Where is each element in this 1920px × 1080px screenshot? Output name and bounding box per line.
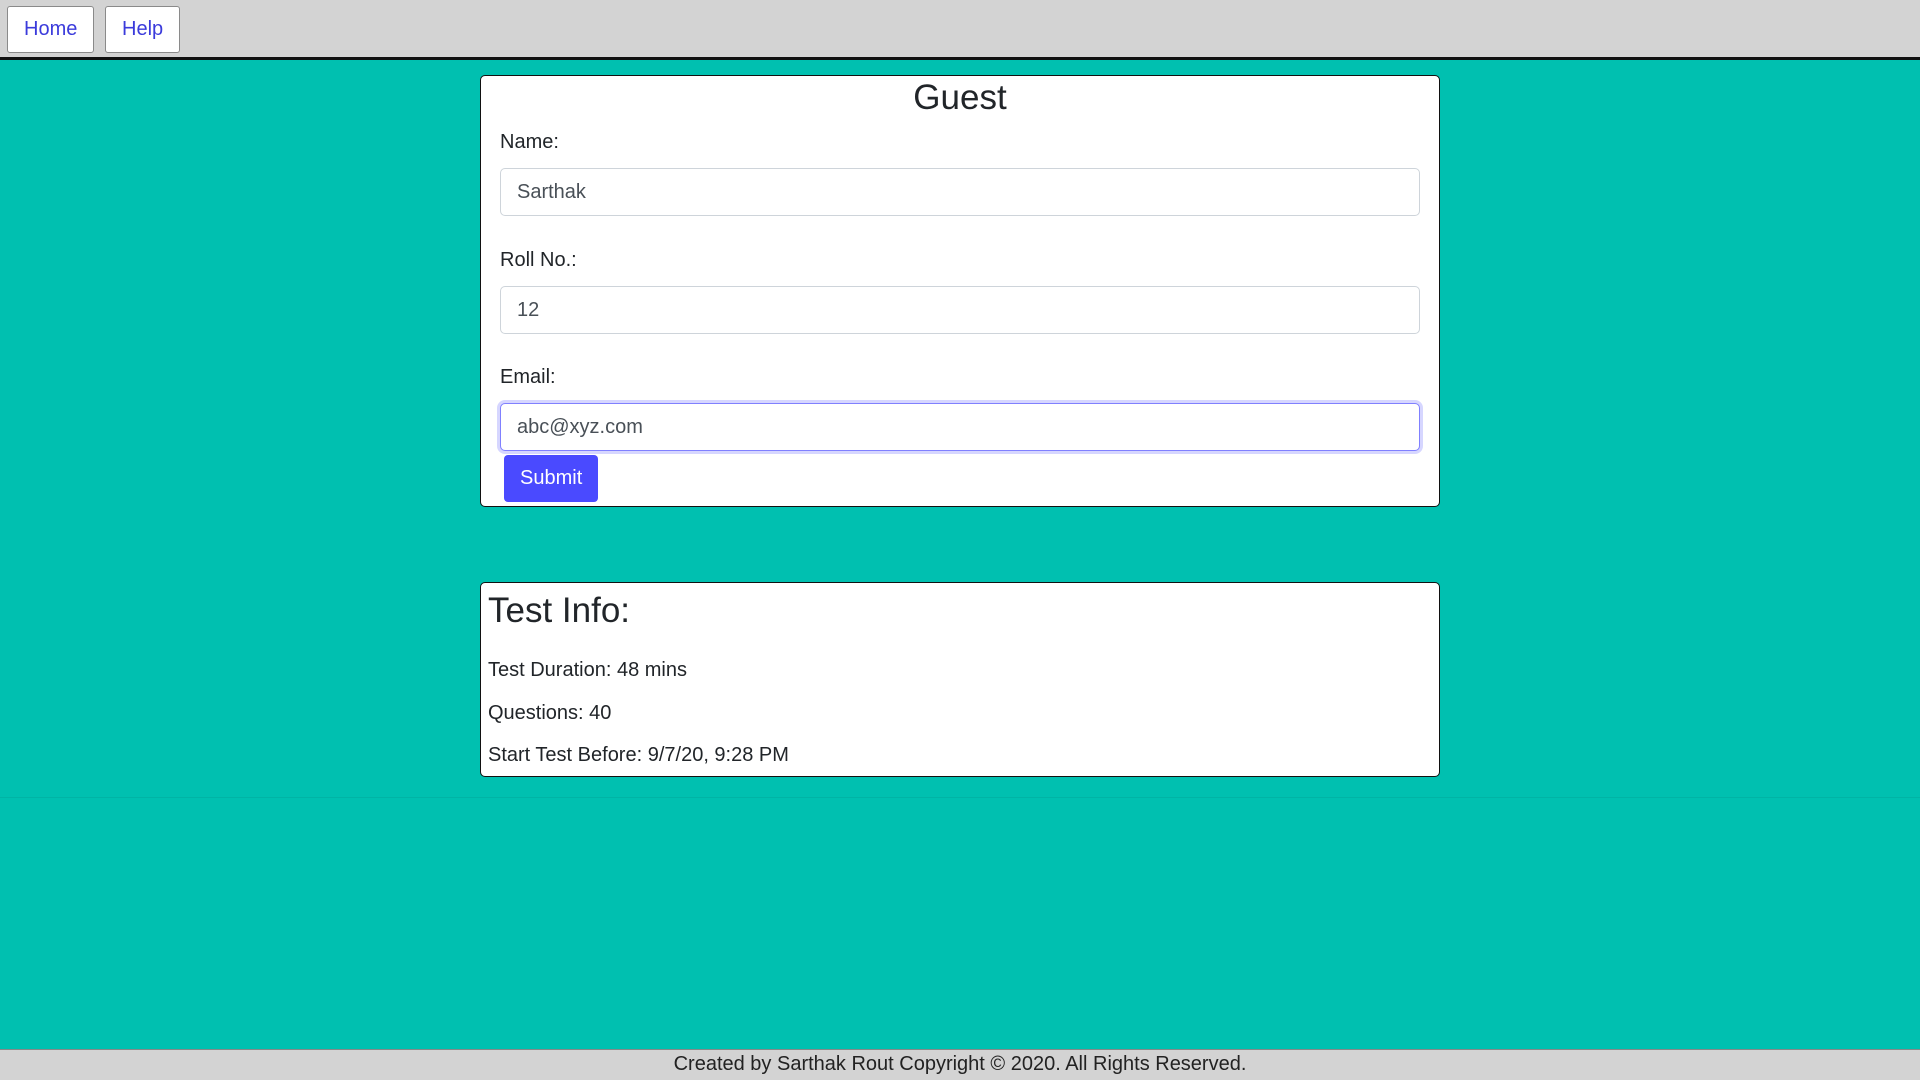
test-info-title: Test Info: xyxy=(488,591,631,630)
footer-text: Created by Sarthak Rout Copyright © 2020… xyxy=(673,1053,1247,1075)
roll-number-input[interactable] xyxy=(500,286,1420,334)
test-info-card: Test Info: Test Duration: 48 mins Questi… xyxy=(480,582,1440,777)
top-nav-bar: Home Help xyxy=(0,0,1920,60)
roll-number-label: Roll No.: xyxy=(500,249,577,271)
question-count: Questions: 40 xyxy=(488,702,612,724)
content-divider xyxy=(0,797,1920,798)
email-label: Email: xyxy=(500,366,556,388)
guest-title: Guest xyxy=(913,78,1007,117)
guest-form-card: Guest Name: Roll No.: Email: Submit xyxy=(480,75,1440,507)
name-label: Name: xyxy=(500,131,559,153)
name-input[interactable] xyxy=(500,168,1420,216)
start-test-before: Start Test Before: 9/7/20, 9:28 PM xyxy=(488,744,789,766)
email-input[interactable] xyxy=(500,403,1420,451)
test-duration: Test Duration: 48 mins xyxy=(488,659,687,681)
home-button[interactable]: Home xyxy=(7,6,95,53)
help-button[interactable]: Help xyxy=(105,6,181,53)
submit-button[interactable]: Submit xyxy=(504,455,599,502)
footer: Created by Sarthak Rout Copyright © 2020… xyxy=(0,1049,1920,1080)
